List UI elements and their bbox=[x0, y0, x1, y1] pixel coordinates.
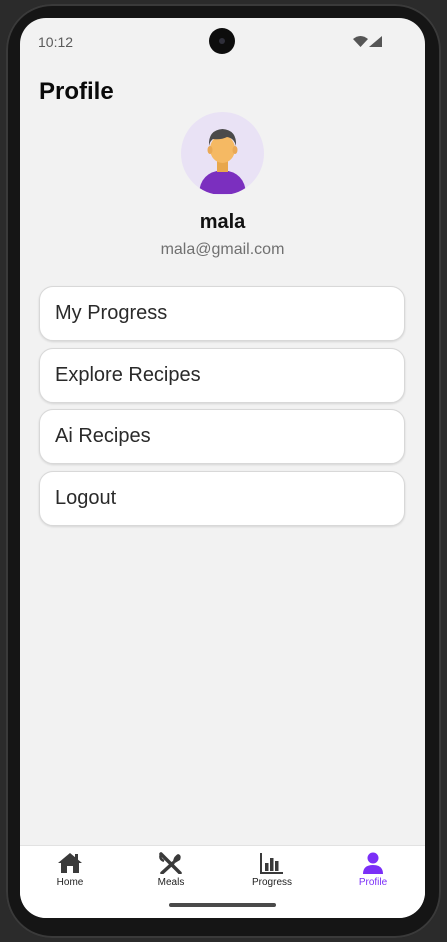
user-email: mala@gmail.com bbox=[160, 241, 285, 258]
ai-recipes-button[interactable]: Ai Recipes bbox=[39, 409, 405, 464]
my-progress-button[interactable]: My Progress bbox=[39, 286, 405, 341]
bottom-nav: Home Meals Progress Profile bbox=[20, 845, 425, 918]
avatar bbox=[181, 112, 264, 195]
avatar-person-icon bbox=[199, 129, 246, 194]
status-time: 10:12 bbox=[38, 34, 74, 50]
nav-progress-label: Progress bbox=[251, 877, 292, 888]
nav-meals[interactable]: Meals bbox=[131, 852, 211, 888]
nav-profile[interactable]: Profile bbox=[333, 852, 413, 888]
home-icon bbox=[58, 853, 82, 873]
logout-button[interactable]: Logout bbox=[39, 470, 405, 526]
wifi-icon bbox=[353, 36, 368, 47]
profile-menu: My Progress Explore Recipes Ai Recipes L… bbox=[39, 286, 405, 532]
nav-home[interactable]: Home bbox=[30, 852, 110, 888]
person-icon bbox=[363, 852, 383, 874]
explore-recipes-button[interactable]: Explore Recipes bbox=[39, 347, 405, 403]
user-name: mala bbox=[199, 211, 246, 233]
utensils-icon bbox=[159, 852, 182, 874]
status-bar: 10:12 bbox=[20, 18, 425, 64]
bar-chart-icon bbox=[260, 853, 283, 874]
home-indicator[interactable] bbox=[169, 903, 276, 907]
nav-meals-label: Meals bbox=[157, 877, 185, 888]
nav-profile-label: Profile bbox=[358, 877, 388, 888]
page-title: Profile bbox=[39, 78, 114, 105]
screen: 10:12 Profile mala mala@gmail.com My Pro… bbox=[20, 18, 425, 918]
nav-progress[interactable]: Progress bbox=[232, 852, 312, 888]
signal-icon bbox=[369, 36, 382, 47]
front-camera bbox=[209, 28, 235, 54]
nav-home-label: Home bbox=[56, 877, 84, 888]
